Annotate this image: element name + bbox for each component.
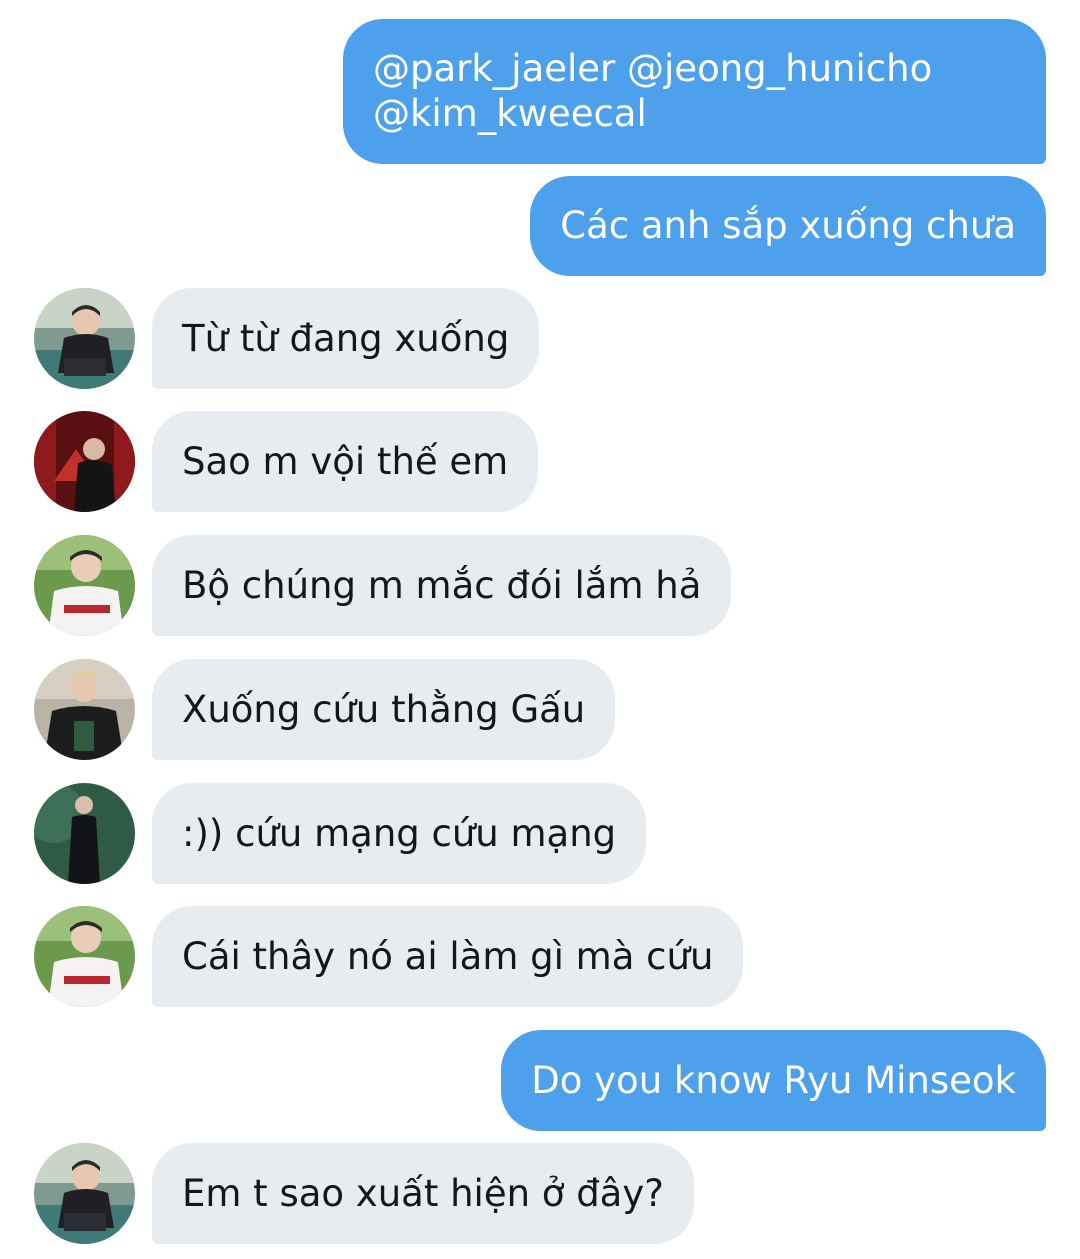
avatar-user-a[interactable] (34, 288, 135, 389)
received-message-bubble[interactable]: Xuống cứu thằng Gấu (152, 659, 616, 760)
avatar-user-c[interactable] (34, 535, 135, 636)
avatar-user-b[interactable] (34, 411, 135, 512)
avatar-user-a[interactable] (34, 1143, 135, 1244)
avatar-user-e-image (34, 783, 135, 884)
received-message-bubble[interactable]: :)) cứu mạng cứu mạng (152, 783, 647, 884)
message-text: :)) cứu mạng cứu mạng (182, 812, 617, 855)
avatar-user-e[interactable] (34, 783, 135, 884)
received-message-bubble[interactable]: Em t sao xuất hiện ở đây? (152, 1143, 694, 1244)
avatar-user-c-image (34, 535, 135, 636)
sent-message-bubble[interactable]: @park_jaeler @jeong_hunicho @kim_kweecal (343, 19, 1046, 164)
sent-message-bubble[interactable]: Các anh sắp xuống chưa (530, 176, 1046, 276)
received-message-bubble[interactable]: Sao m vội thế em (152, 411, 539, 512)
avatar-user-d[interactable] (34, 659, 135, 760)
message-text-line: @park_jaeler @jeong_hunicho (373, 47, 933, 90)
message-text: Do you know Ryu Minseok (531, 1059, 1016, 1102)
received-message-bubble[interactable]: Bộ chúng m mắc đói lắm hả (152, 535, 732, 636)
avatar-user-d-image (34, 659, 135, 760)
avatar-user-a-image (34, 288, 135, 389)
sent-message-bubble[interactable]: Do you know Ryu Minseok (501, 1030, 1046, 1131)
received-message-bubble[interactable]: Cái thây nó ai làm gì mà cứu (152, 906, 744, 1007)
message-text: Cái thây nó ai làm gì mà cứu (182, 935, 714, 978)
message-text: Các anh sắp xuống chưa (560, 204, 1016, 247)
avatar-user-a-image (34, 1143, 135, 1244)
message-text: Bộ chúng m mắc đói lắm hả (182, 564, 702, 607)
message-text: Từ từ đang xuống (182, 317, 510, 360)
message-text: Em t sao xuất hiện ở đây? (182, 1172, 664, 1215)
received-message-bubble[interactable]: Từ từ đang xuống (152, 288, 540, 389)
message-text-line: @kim_kweecal (373, 92, 647, 135)
message-text: Xuống cứu thằng Gấu (182, 688, 586, 731)
avatar-user-c-image (34, 906, 135, 1007)
avatar-user-b-image (34, 411, 135, 512)
message-text: Sao m vội thế em (182, 440, 509, 483)
avatar-user-c[interactable] (34, 906, 135, 1007)
